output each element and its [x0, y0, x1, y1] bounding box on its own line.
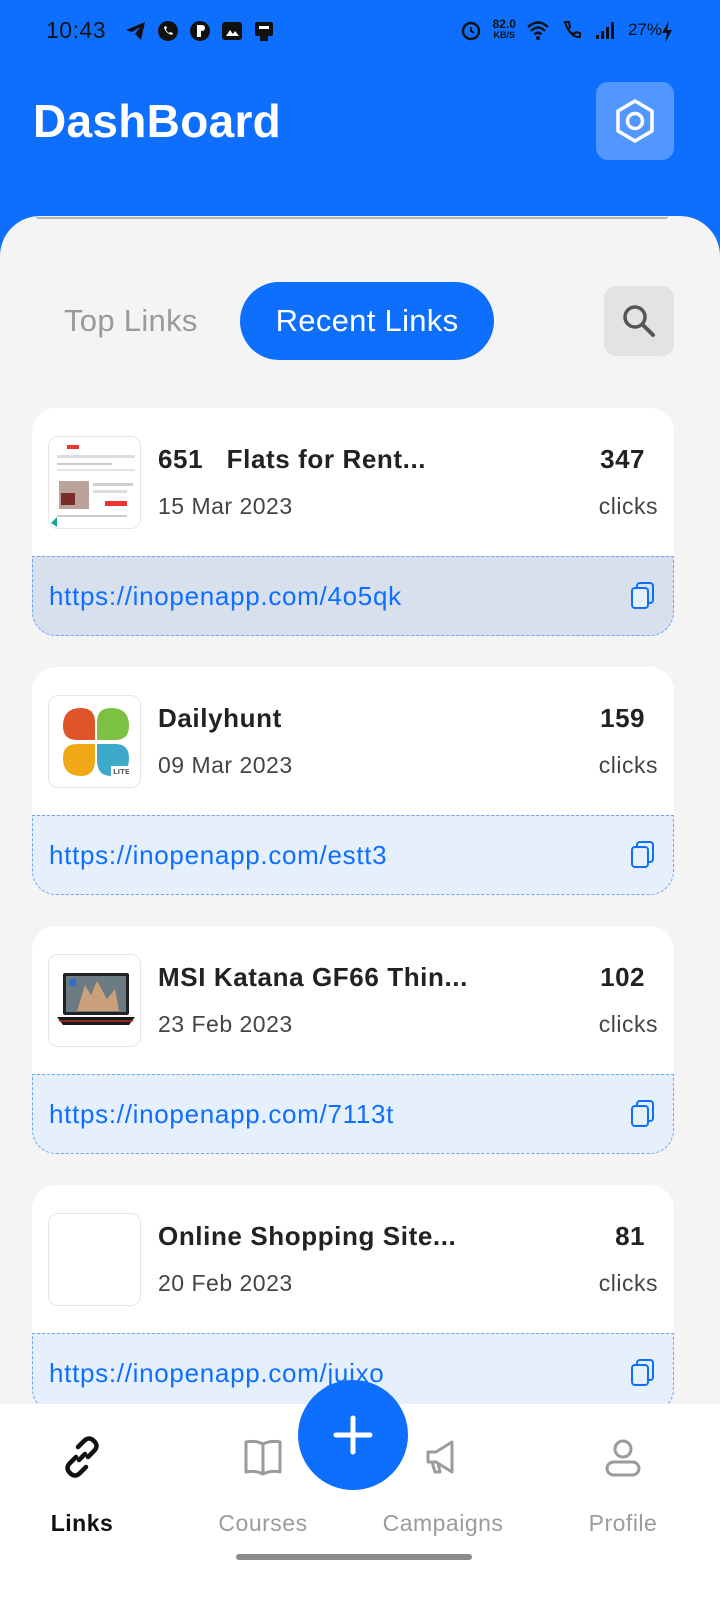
network-speed-unit: KB/S [493, 30, 516, 40]
settings-button[interactable] [596, 82, 674, 160]
add-link-button[interactable] [298, 1380, 408, 1490]
nav-item-links[interactable]: Links [12, 1432, 152, 1537]
copy-icon[interactable] [629, 840, 657, 870]
link-card[interactable]: LITE Dailyhunt 09 Mar 2023 159 clicks ht… [32, 667, 674, 895]
link-date: 20 Feb 2023 [158, 1270, 293, 1296]
copy-icon[interactable] [629, 581, 657, 611]
system-icons: 82.0 KB/S 27% [459, 18, 662, 42]
click-count: 347 [600, 444, 645, 474]
alarm-icon [461, 21, 480, 41]
megaphone-icon [426, 1440, 454, 1474]
link-icon [65, 1436, 99, 1478]
link-card[interactable]: MSI Katana GF66 Thin... 23 Feb 2023 102 … [32, 926, 674, 1154]
status-time: 10:43 [46, 17, 107, 43]
link-date: 09 Mar 2023 [158, 752, 293, 778]
nav-item-profile[interactable]: Profile [553, 1432, 693, 1537]
notification-icon [255, 22, 273, 41]
wifi-calling-icon [563, 21, 581, 39]
link-title: MSI Katana GF66 Thin... [158, 962, 468, 992]
link-thumbnail-webpage [48, 436, 141, 529]
book-icon [244, 1439, 282, 1476]
network-speed-value: 82.0 [492, 17, 516, 31]
dailyhunt-logo: LITE [48, 695, 141, 788]
link-title: Dailyhunt [158, 703, 282, 733]
click-unit: clicks [598, 493, 658, 519]
click-count: 102 [600, 962, 645, 992]
signal-icon [595, 22, 614, 39]
whatsapp-icon [158, 21, 178, 41]
click-unit: clicks [598, 1270, 658, 1296]
link-card[interactable]: 651 Flats for Rent... 15 Mar 2023 347 cl… [32, 408, 674, 636]
link-date: 15 Mar 2023 [158, 493, 293, 519]
short-url-bar[interactable]: https://inopenapp.com/7113t [32, 1074, 674, 1154]
search-button[interactable] [604, 286, 674, 356]
copy-icon[interactable] [629, 1099, 657, 1129]
click-count: 81 [615, 1221, 645, 1251]
short-url[interactable]: https://inopenapp.com/estt3 [49, 840, 387, 871]
nav-label-links: Links [50, 1510, 114, 1536]
short-url[interactable]: https://inopenapp.com/7113t [49, 1099, 394, 1130]
short-url-bar[interactable]: https://inopenapp.com/estt3 [32, 815, 674, 895]
copy-icon[interactable] [629, 1358, 657, 1388]
hexagon-settings-icon [616, 99, 654, 143]
nav-label-courses: Courses [218, 1510, 308, 1536]
link-title: Online Shopping Site... [158, 1221, 457, 1251]
gallery-icon [222, 22, 242, 40]
click-count: 159 [600, 703, 645, 733]
battery-percentage: 27% [627, 20, 662, 39]
sheet-edge [36, 216, 668, 219]
user-icon [605, 1439, 641, 1477]
click-unit: clicks [598, 752, 658, 778]
page-title: DashBoard [33, 95, 282, 147]
svg-text:LITE: LITE [113, 768, 130, 776]
charging-icon [662, 21, 672, 43]
empty-thumbnail [48, 1213, 141, 1306]
click-unit: clicks [598, 1011, 658, 1037]
wifi-icon [527, 21, 549, 40]
network-speed: 82.0 KB/S [492, 17, 516, 41]
nav-label-profile: Profile [588, 1510, 658, 1536]
tab-top-links[interactable]: Top Links [64, 303, 198, 339]
short-url[interactable]: https://inopenapp.com/4o5qk [49, 581, 402, 612]
laptop-thumbnail [48, 954, 141, 1047]
nav-label-campaigns: Campaigns [382, 1510, 504, 1536]
home-indicator[interactable] [236, 1554, 472, 1560]
link-card[interactable]: Online Shopping Site... 20 Feb 2023 81 c… [32, 1185, 674, 1413]
status-bar: 10:43 82.0 KB/S 27% [0, 0, 720, 64]
short-url-bar[interactable]: https://inopenapp.com/4o5qk [32, 556, 674, 636]
tab-recent-links[interactable]: Recent Links [240, 282, 494, 360]
link-title: 651 Flats for Rent... [158, 444, 427, 474]
search-icon [623, 305, 655, 337]
plus-icon [333, 1415, 373, 1455]
notification-icons [124, 19, 276, 43]
link-date: 23 Feb 2023 [158, 1011, 293, 1037]
telegram-icon [126, 22, 145, 40]
app-notification-icon [190, 21, 210, 41]
